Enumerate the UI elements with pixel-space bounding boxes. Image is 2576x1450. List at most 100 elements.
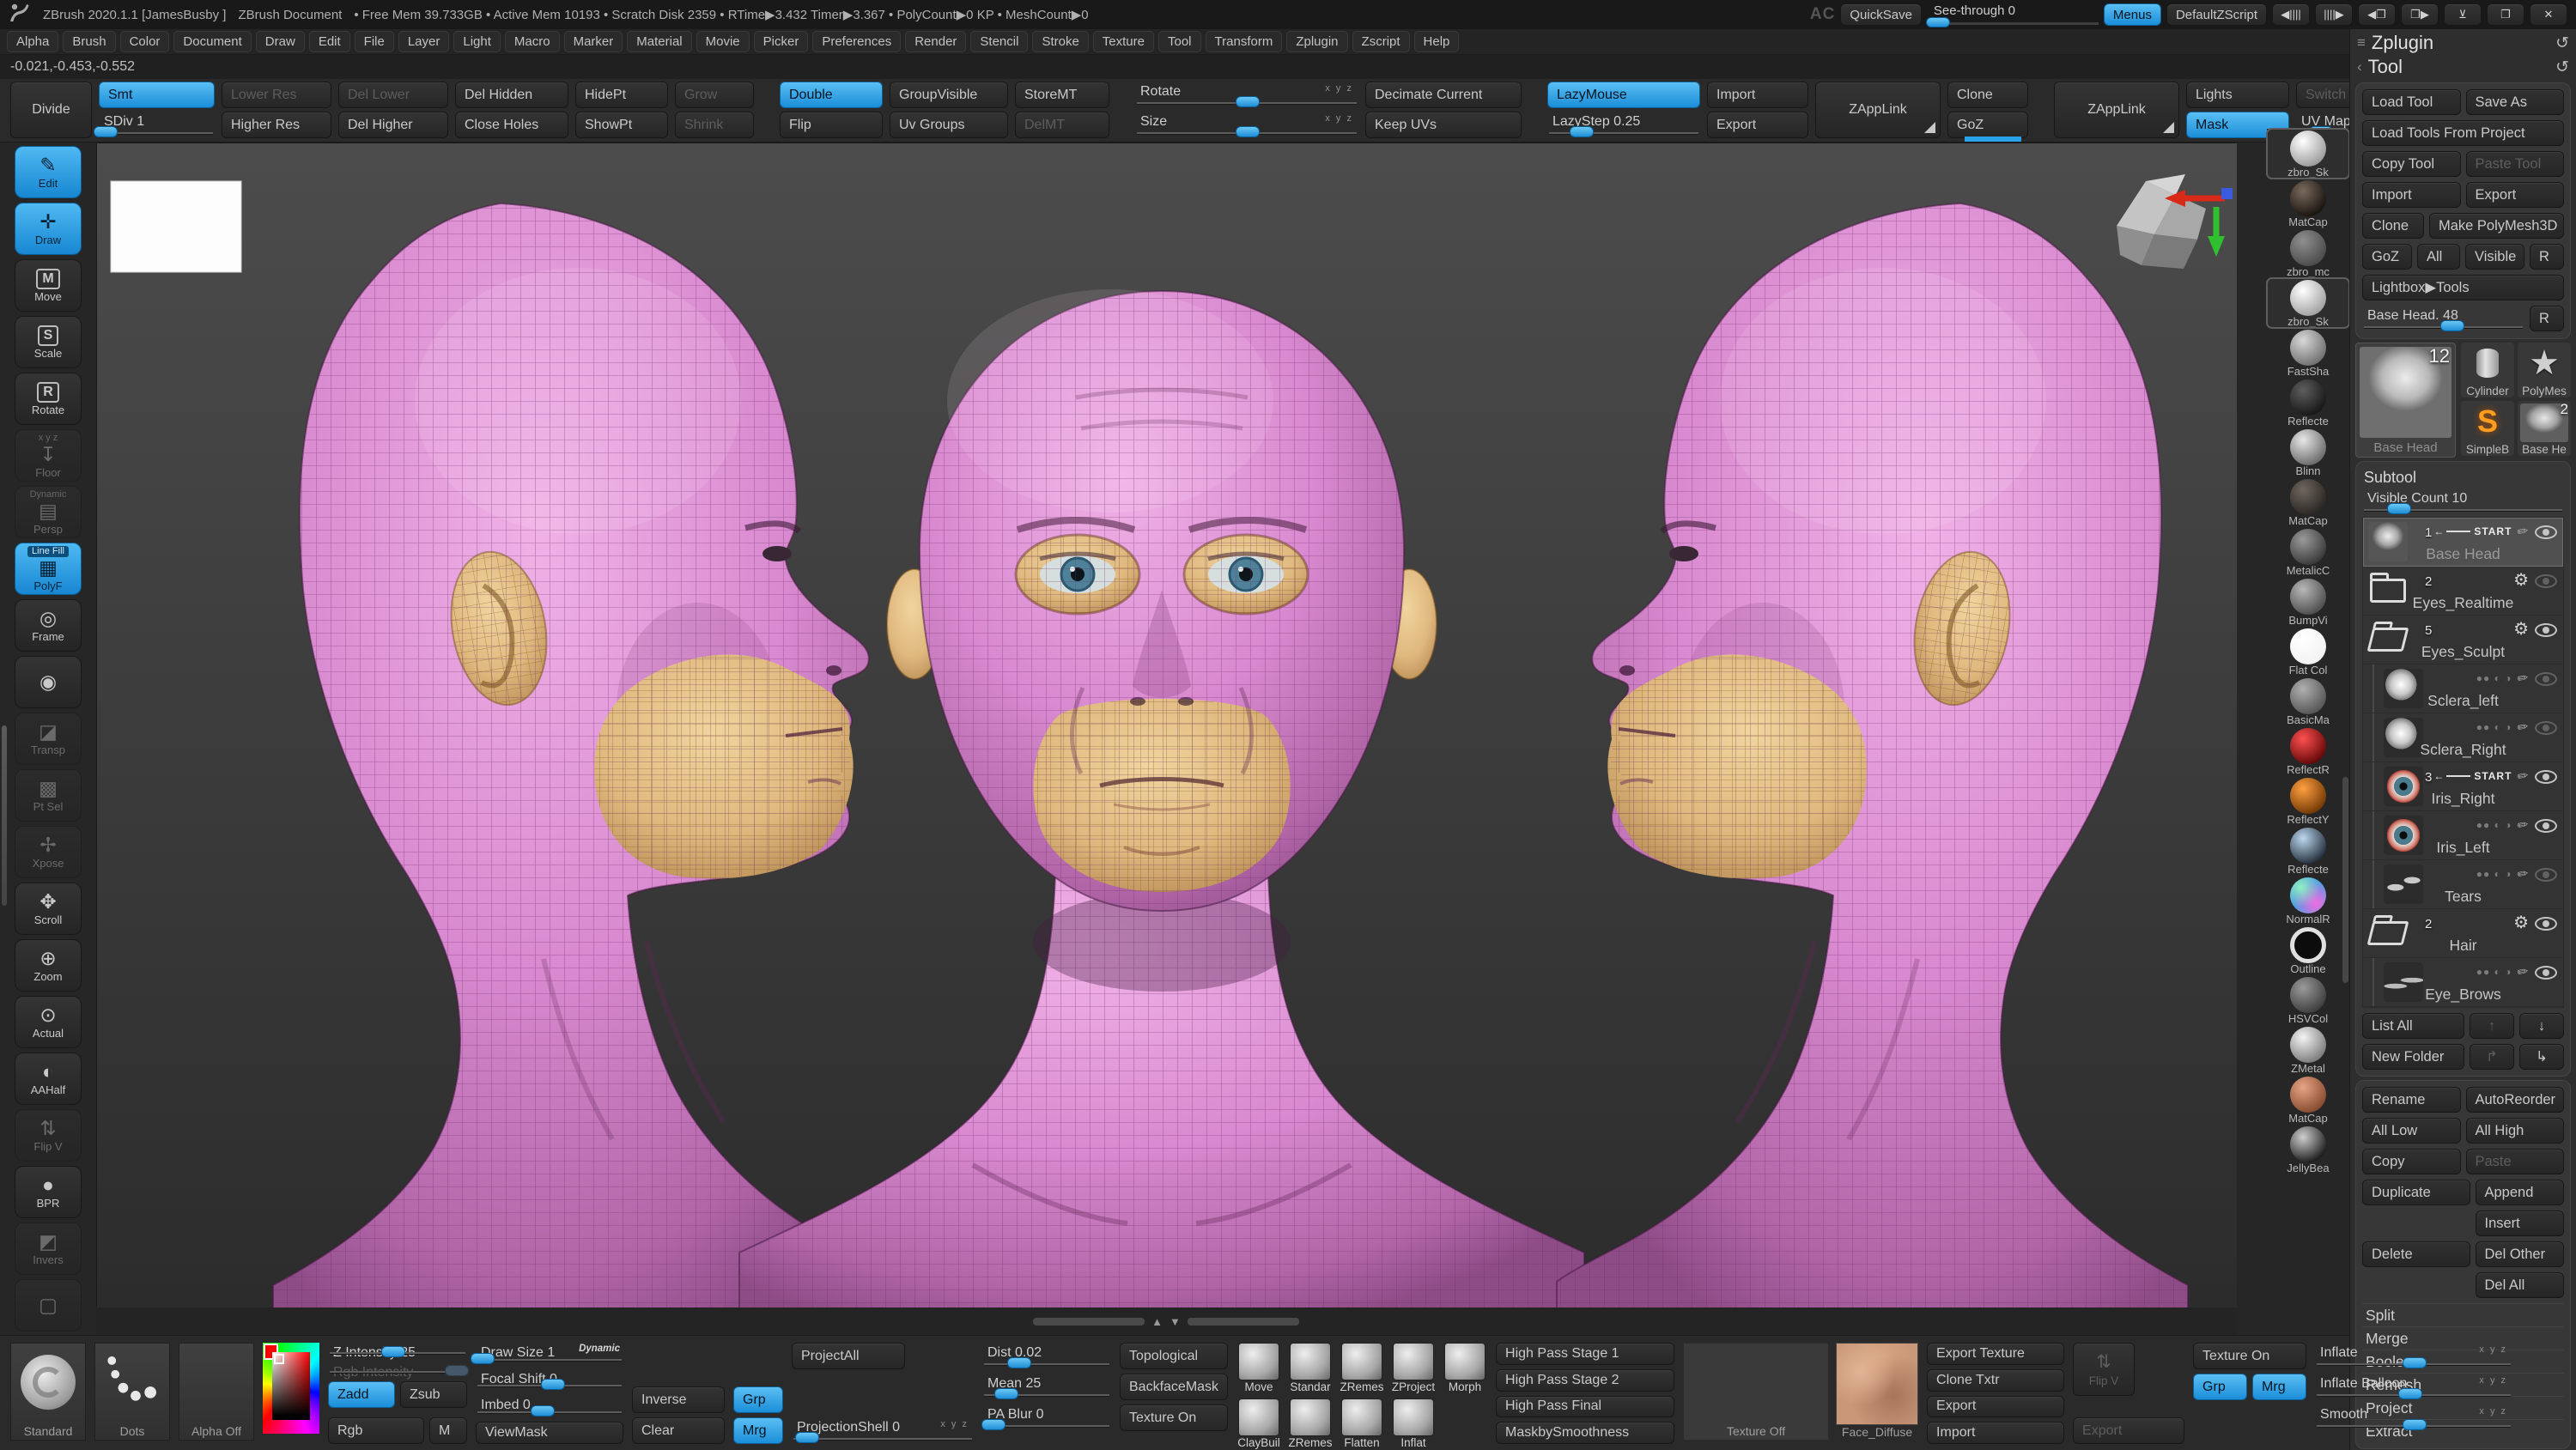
btn-keep-uvs[interactable]: Keep UVs (1365, 112, 1522, 138)
visibility-eye-icon[interactable] (2535, 819, 2557, 833)
slider-sdiv-1[interactable]: SDiv 1 (93, 112, 215, 138)
btn-lights[interactable]: Lights (2186, 82, 2289, 108)
next-document-icon[interactable]: ❐▶ (2401, 3, 2439, 26)
subtool-sclera-left[interactable]: ●● ◐ ◑ ✎ Sclera_left (2363, 664, 2563, 713)
btn-decimate-current[interactable]: Decimate Current (1365, 82, 1522, 108)
material-item-matcap[interactable]: MatCap (2267, 1075, 2349, 1125)
btn-clone-txtr[interactable]: Clone Txtr (1927, 1368, 2065, 1392)
btn-lazymouse[interactable]: LazyMouse (1547, 82, 1700, 108)
subtool-iris-left[interactable]: ●● ◐ ◑ ✎ Iris_Left (2363, 811, 2563, 860)
scroll-up-icon[interactable]: ▲ (1151, 1315, 1163, 1328)
slider-size[interactable]: x y z Size (1135, 112, 1358, 138)
btn-viewmask[interactable]: ViewMask (476, 1421, 623, 1444)
tool-edit[interactable]: ✎ Edit (15, 146, 82, 198)
tool-aahalf[interactable]: ◐ AAHalf (15, 1053, 82, 1105)
slider-lazystep-0-25[interactable]: LazyStep 0.25 (1547, 112, 1700, 138)
btn-export[interactable]: Export (1707, 112, 1808, 138)
tool-camera-icon[interactable]: ◉ (15, 656, 82, 708)
btn-all-high[interactable]: All High (2465, 1118, 2564, 1144)
left-scrollbar[interactable] (2, 725, 7, 906)
menu-draw[interactable]: Draw (255, 31, 305, 52)
menu-zplugin[interactable]: Zplugin (1286, 31, 1348, 52)
btn-export[interactable]: Export (2465, 182, 2564, 208)
visibility-eye-icon[interactable] (2535, 721, 2557, 735)
btn-delete[interactable]: Delete (2362, 1241, 2470, 1267)
paint-brush-icon[interactable]: ✎ (2514, 767, 2533, 785)
menu-tool[interactable]: Tool (1158, 31, 1201, 52)
slider-active-tool[interactable]: Base Head. 48 (2362, 306, 2524, 332)
btn-grp[interactable]: Grp (733, 1386, 783, 1413)
menu-texture[interactable]: Texture (1092, 31, 1154, 52)
btn-paste[interactable]: Paste (2465, 1149, 2564, 1174)
btn-zadd[interactable]: Zadd (328, 1381, 395, 1408)
menu-document[interactable]: Document (173, 31, 252, 52)
material-item-reflecty[interactable]: ReflectY (2267, 776, 2349, 826)
btn-backfacemask[interactable]: BackfaceMask (1120, 1374, 1229, 1400)
btn-projectall[interactable]: ProjectAll (792, 1343, 905, 1369)
btn-new-folder[interactable]: New Folder (2362, 1044, 2464, 1070)
tablet-left-icon[interactable]: ◀|||| (2272, 3, 2310, 26)
btn-export-texture[interactable]: Export Texture (1927, 1343, 2065, 1365)
slider-knob[interactable] (1925, 17, 1950, 27)
tool-polyf[interactable]: Line Fill ▦ PolyF (15, 543, 82, 595)
subtool-eyes-realtime[interactable]: ⚙ 2 Eyes_Realtime (2363, 567, 2563, 616)
btn-make-polymesh3d[interactable]: Make PolyMesh3D (2429, 213, 2564, 239)
material-item-reflectr[interactable]: ReflectR (2267, 726, 2349, 776)
btn-high-pass-stage-1[interactable]: High Pass Stage 1 (1496, 1343, 1675, 1365)
btn-mrg[interactable]: Mrg (2252, 1374, 2307, 1400)
btn-goz[interactable]: GoZ (1947, 112, 2028, 138)
btn-storemt[interactable]: StoreMT (1015, 82, 1109, 108)
subtool-sclera-right[interactable]: ●● ◐ ◑ ✎ Sclera_Right (2363, 713, 2563, 762)
slider-inflate[interactable]: x y z Inflate (2315, 1343, 2512, 1369)
btn-paste-tool[interactable]: Paste Tool (2465, 151, 2564, 177)
current-tool-thumbnail[interactable]: 12 Base Head (2355, 343, 2456, 458)
paint-brush-icon[interactable]: ✎ (2514, 816, 2533, 834)
menu-stroke[interactable]: Stroke (1032, 31, 1089, 52)
slider-knob[interactable] (2403, 1419, 2427, 1430)
slider-draw-size-1[interactable]: Draw Size 1 Dynamic (470, 1343, 623, 1365)
btn-flip-v[interactable]: ⇅ Flip V (2073, 1343, 2136, 1396)
slider-rotate[interactable]: x y z Rotate (1135, 82, 1358, 108)
menu-layer[interactable]: Layer (398, 31, 450, 52)
move-down-icon[interactable]: ↓ (2519, 1013, 2564, 1039)
move-into-icon[interactable]: ↳ (2519, 1044, 2564, 1070)
btn-flip[interactable]: Flip (780, 112, 883, 138)
slider-knob[interactable] (445, 1365, 470, 1376)
slider-focal-shift-0[interactable]: Focal Shift 0 (476, 1369, 623, 1392)
tool-pt-sel[interactable]: ▩ Pt Sel (15, 769, 82, 822)
btn-higher-res[interactable]: Higher Res (222, 112, 331, 138)
recent-tool-cylinder[interactable]: Cylinder (2461, 343, 2514, 397)
material-item-blinn[interactable]: Blinn (2267, 428, 2349, 477)
slider-knob[interactable] (380, 1345, 405, 1357)
btn-maskbysmoothness[interactable]: MaskbySmoothness (1496, 1422, 1675, 1444)
visibility-eye-icon[interactable] (2535, 868, 2557, 882)
btn-hidept[interactable]: HidePt (575, 82, 668, 108)
menu-macro[interactable]: Macro (504, 31, 560, 52)
slider-knob[interactable] (981, 1419, 1005, 1430)
gear-icon[interactable]: ⚙ (2513, 572, 2529, 589)
tool-persp[interactable]: Dynamic ▤ Persp (15, 486, 82, 538)
material-item-zbro-sk[interactable]: zbro_Sk (2266, 277, 2350, 329)
btn-export[interactable]: Export (1927, 1395, 2065, 1418)
tool-scroll[interactable]: ✥ Scroll (15, 883, 82, 935)
slider-knob[interactable] (1570, 126, 1595, 137)
slider-knob[interactable] (1236, 126, 1260, 137)
btn-zapplink[interactable]: ZAppLink (2054, 82, 2179, 138)
material-item-bumpvi[interactable]: BumpVi (2267, 577, 2349, 627)
btn-del-other[interactable]: Del Other (2475, 1241, 2564, 1267)
slider-knob[interactable] (93, 126, 118, 137)
canvas-horizontal-scrollbar[interactable]: ▲ ▼ (96, 1307, 2236, 1335)
btn-load-tools-from-project[interactable]: Load Tools From Project (2362, 120, 2564, 146)
subtool-tears[interactable]: ●● ◐ ◑ ✎ Tears (2363, 860, 2563, 909)
color-picker[interactable] (263, 1343, 319, 1434)
slider-knob[interactable] (2387, 503, 2412, 514)
slider-smooth[interactable]: x y z Smooth (2315, 1404, 2512, 1431)
menu-alpha[interactable]: Alpha (7, 31, 59, 52)
material-scrollbar[interactable] (2342, 777, 2348, 983)
material-item-zbro-mc[interactable]: zbro_mc (2267, 228, 2349, 278)
btn-defaultzscript[interactable]: DefaultZScript (2166, 3, 2267, 26)
slider-imbed-0[interactable]: Imbed 0 (476, 1395, 623, 1417)
paint-brush-icon[interactable]: ✎ (2514, 963, 2533, 980)
menu-transform[interactable]: Transform (1205, 31, 1283, 52)
btn-copy-tool[interactable]: Copy Tool (2362, 151, 2461, 177)
